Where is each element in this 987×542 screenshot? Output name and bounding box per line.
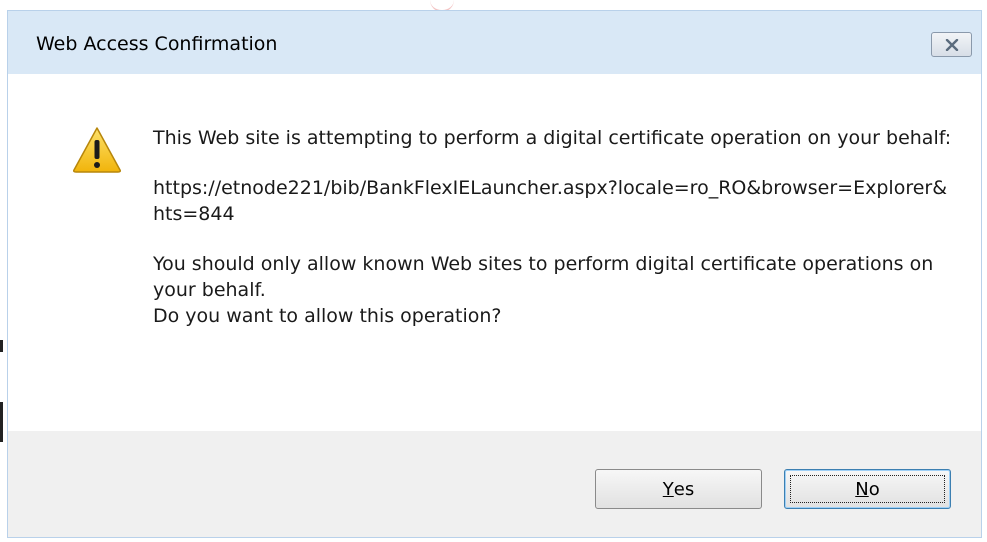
focus-rectangle — [790, 475, 945, 503]
no-button[interactable]: No — [784, 469, 951, 509]
yes-label-rest: es — [673, 478, 695, 500]
warning-icon — [73, 127, 121, 173]
message-line-advice: You should only allow known Web sites to… — [153, 253, 934, 301]
yes-button[interactable]: Yes — [595, 469, 762, 509]
edge-mark — [0, 340, 3, 352]
close-x-icon — [945, 38, 958, 51]
dialog-title: Web Access Confirmation — [36, 33, 278, 55]
web-access-confirmation-dialog: Web Access Confirmation This Web site is… — [7, 10, 982, 538]
message-line-question: Do you want to allow this operation? — [153, 305, 502, 327]
message-text: This Web site is attempting to perform a… — [153, 125, 958, 329]
dialog-content: This Web site is attempting to perform a… — [16, 74, 973, 429]
title-bar[interactable]: Web Access Confirmation — [8, 11, 981, 74]
message-url: https://etnode221/bib/BankFlexIELauncher… — [153, 177, 948, 225]
yes-mnemonic: Y — [662, 478, 674, 500]
message-warning-block: You should only allow known Web sites to… — [153, 251, 958, 329]
screen: Web Access Confirmation This Web site is… — [0, 0, 987, 542]
message-line-intro: This Web site is attempting to perform a… — [153, 127, 952, 149]
close-button[interactable] — [931, 32, 972, 57]
edge-mark — [0, 402, 3, 442]
